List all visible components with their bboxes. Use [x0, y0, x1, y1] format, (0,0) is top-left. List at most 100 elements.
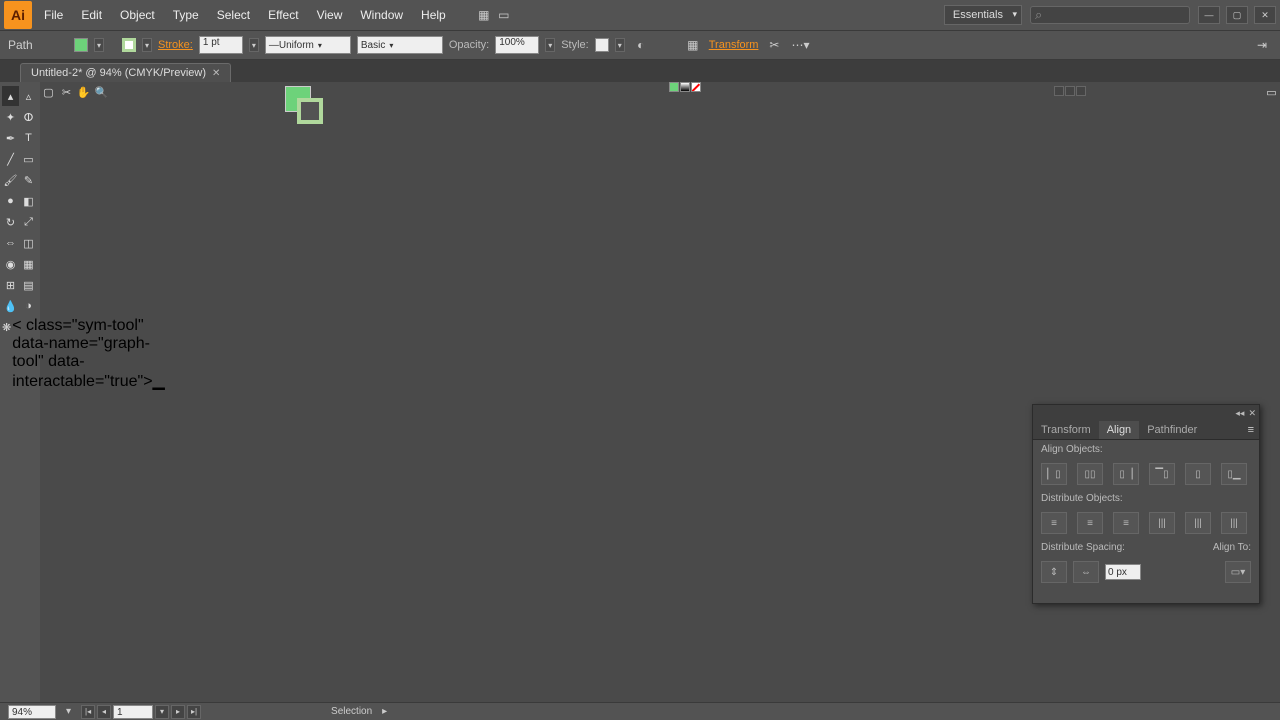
perspective-tool[interactable]: ▦ — [20, 254, 37, 274]
mesh-tool[interactable]: ⊞ — [2, 275, 19, 295]
stroke-color-swatch[interactable] — [297, 98, 323, 124]
width-tool[interactable]: ⇔ — [2, 233, 19, 253]
horizontal-spacing-button[interactable]: ⇔ — [1073, 561, 1099, 583]
color-mode-gradient[interactable] — [680, 82, 690, 92]
direct-selection-tool[interactable]: ▵ — [20, 86, 37, 106]
color-mode-fill[interactable] — [669, 82, 679, 92]
draw-normal-icon[interactable] — [1054, 86, 1064, 96]
shape-builder-tool[interactable]: ◉ — [2, 254, 19, 274]
graphic-style-select[interactable]: Basic — [357, 36, 443, 54]
align-vcenter-button[interactable]: ▯ — [1185, 463, 1211, 485]
fill-dropdown[interactable]: ▾ — [94, 38, 104, 52]
zoom-tool[interactable]: 🔍 — [93, 82, 110, 102]
distribute-bottom-button[interactable]: ≡ — [1113, 512, 1139, 534]
document-tab[interactable]: Untitled-2* @ 94% (CMYK/Preview) ✕ — [20, 63, 231, 82]
lasso-tool[interactable]: ⵀ — [20, 107, 37, 127]
pathfinder-tab[interactable]: Pathfinder — [1139, 421, 1205, 439]
blob-brush-tool[interactable]: ● — [2, 191, 19, 211]
arrange-documents-icon[interactable]: ▦ — [474, 5, 494, 25]
menu-help[interactable]: Help — [413, 4, 454, 26]
rectangle-tool[interactable]: ▭ — [20, 149, 37, 169]
menu-file[interactable]: File — [36, 4, 71, 26]
selection-tool[interactable]: ▴ — [2, 86, 19, 106]
stroke-dropdown[interactable]: ▾ — [142, 38, 152, 52]
brush-select[interactable]: — Uniform — [265, 36, 351, 54]
selection-dropdown-icon[interactable]: ▸ — [382, 706, 387, 717]
align-right-button[interactable]: ▯▕ — [1113, 463, 1139, 485]
next-page-button[interactable]: ▸ — [171, 705, 185, 719]
window-maximize[interactable]: ▢ — [1226, 6, 1248, 24]
panel-menu-icon[interactable]: ≡ — [1243, 421, 1259, 439]
align-bottom-button[interactable]: ▯▁ — [1221, 463, 1247, 485]
menu-select[interactable]: Select — [209, 4, 258, 26]
align-to-button[interactable]: ▭▾ — [1225, 561, 1251, 583]
line-tool[interactable]: ╱ — [2, 149, 19, 169]
search-input[interactable] — [1030, 6, 1190, 24]
align-icon[interactable]: ▦ — [683, 35, 703, 55]
transform-tab[interactable]: Transform — [1033, 421, 1099, 439]
distribute-vcenter-button[interactable]: ≡ — [1077, 512, 1103, 534]
stroke-swatch[interactable] — [122, 38, 136, 52]
draw-inside-icon[interactable] — [1076, 86, 1086, 96]
menu-window[interactable]: Window — [352, 4, 411, 26]
hand-tool[interactable]: ✋ — [75, 82, 92, 102]
blend-tool[interactable]: ◑ — [20, 296, 37, 316]
spacing-value-input[interactable] — [1105, 564, 1141, 580]
draw-behind-icon[interactable] — [1065, 86, 1075, 96]
panel-collapse-icon[interactable]: ◂◂ — [1235, 408, 1244, 419]
rotate-tool[interactable]: ↻ — [2, 212, 19, 232]
zoom-dropdown-icon[interactable]: ▾ — [66, 706, 71, 717]
eraser-tool[interactable]: ◧ — [20, 191, 37, 211]
workspace-switcher[interactable]: Essentials — [944, 5, 1022, 25]
distribute-top-button[interactable]: ≡ — [1041, 512, 1067, 534]
menu-effect[interactable]: Effect — [260, 4, 306, 26]
pen-tool[interactable]: ✒ — [2, 128, 19, 148]
menu-edit[interactable]: Edit — [73, 4, 110, 26]
fill-stroke-indicator[interactable] — [285, 86, 319, 126]
zoom-input[interactable]: 94% — [8, 705, 56, 719]
style-dropdown[interactable]: ▾ — [615, 38, 625, 52]
recolor-icon[interactable]: ◐ — [631, 35, 651, 55]
window-minimize[interactable]: — — [1198, 6, 1220, 24]
gradient-tool[interactable]: ▤ — [20, 275, 37, 295]
align-hcenter-button[interactable]: ▯▯ — [1077, 463, 1103, 485]
align-left-button[interactable]: ▏▯ — [1041, 463, 1067, 485]
screen-mode-tool[interactable]: ▭ — [1263, 82, 1280, 102]
transform-link[interactable]: Transform — [709, 39, 759, 51]
isolate-icon[interactable]: ✂ — [764, 35, 784, 55]
stroke-weight-dropdown[interactable]: ▾ — [249, 38, 259, 52]
distribute-left-button[interactable]: ||| — [1149, 512, 1175, 534]
symbol-sprayer-tool[interactable]: ❋ — [2, 317, 11, 337]
menu-view[interactable]: View — [309, 4, 351, 26]
artboard-tool[interactable]: ▢ — [40, 82, 57, 102]
style-swatch[interactable] — [595, 38, 609, 52]
align-tab[interactable]: Align — [1099, 421, 1139, 439]
scale-tool[interactable]: ⤢ — [20, 212, 37, 232]
more-icon[interactable]: ⋯▾ — [790, 35, 810, 55]
pencil-tool[interactable]: ✎ — [20, 170, 37, 190]
page-dropdown[interactable]: ▾ — [155, 705, 169, 719]
panel-collapse-icon[interactable]: ⇥ — [1252, 35, 1272, 55]
type-tool[interactable]: T — [20, 128, 37, 148]
close-tab-icon[interactable]: ✕ — [212, 68, 220, 79]
panel-close-icon[interactable]: ✕ — [1248, 408, 1256, 419]
fill-swatch[interactable] — [74, 38, 88, 52]
last-page-button[interactable]: ▸| — [187, 705, 201, 719]
paintbrush-tool[interactable]: 🖌 — [2, 170, 19, 190]
opacity-input[interactable]: 100% — [495, 36, 539, 54]
window-close[interactable]: ✕ — [1254, 6, 1276, 24]
slice-tool[interactable]: ✂ — [58, 82, 75, 102]
menu-type[interactable]: Type — [165, 4, 207, 26]
stroke-label[interactable]: Stroke: — [158, 39, 193, 51]
free-transform-tool[interactable]: ◫ — [20, 233, 37, 253]
distribute-right-button[interactable]: ||| — [1221, 512, 1247, 534]
magic-wand-tool[interactable]: ✦ — [2, 107, 19, 127]
prev-page-button[interactable]: ◂ — [97, 705, 111, 719]
align-top-button[interactable]: ▔▯ — [1149, 463, 1175, 485]
first-page-button[interactable]: |◂ — [81, 705, 95, 719]
opacity-dropdown[interactable]: ▾ — [545, 38, 555, 52]
screen-mode-icon[interactable]: ▭ — [494, 5, 514, 25]
vertical-spacing-button[interactable]: ⇕ — [1041, 561, 1067, 583]
color-mode-none[interactable] — [691, 82, 701, 92]
distribute-hcenter-button[interactable]: ||| — [1185, 512, 1211, 534]
